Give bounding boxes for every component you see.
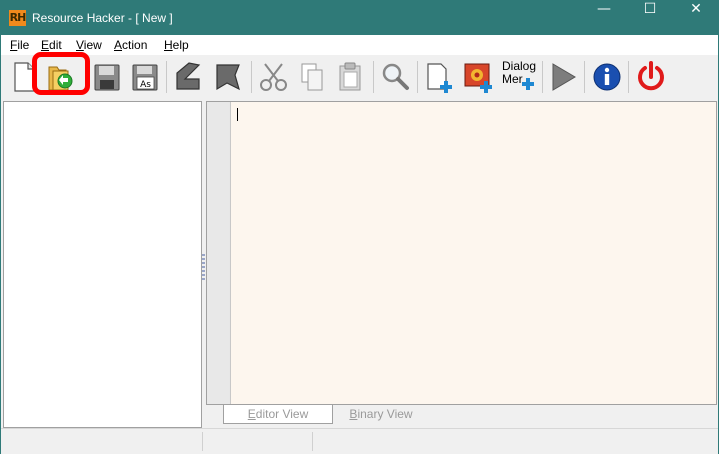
- info-icon: [593, 63, 621, 91]
- paste-button[interactable]: [333, 59, 367, 95]
- add-image-button[interactable]: [462, 59, 496, 95]
- editor-gutter: [207, 102, 229, 404]
- menu-file[interactable]: File: [10, 38, 29, 52]
- text-caret: [237, 108, 238, 121]
- tab-binary-view[interactable]: Binary View: [336, 405, 426, 424]
- copy-button[interactable]: [295, 59, 329, 95]
- compile-icon: [176, 62, 201, 90]
- app-logo-icon: RH: [9, 10, 26, 26]
- save-button[interactable]: [90, 59, 124, 95]
- add-resource-icon: [427, 63, 452, 93]
- power-icon: [638, 61, 664, 91]
- editor-panel: [206, 101, 717, 405]
- cut-button[interactable]: [257, 59, 291, 95]
- toolbar-separator: [166, 61, 167, 93]
- toolbar-separator: [251, 61, 252, 93]
- dialog-menu-button[interactable]: Dialog Mer: [502, 59, 538, 95]
- save-as-button[interactable]: As: [128, 59, 162, 95]
- status-bar: [1, 428, 718, 454]
- menu-bar: File Edit View Action Help: [1, 35, 718, 55]
- app-window: RH Resource Hacker - [ New ] — ☐ ✕ File …: [0, 0, 719, 454]
- menu-edit[interactable]: Edit: [41, 38, 62, 52]
- splitter-handle[interactable]: [202, 254, 205, 280]
- script-button[interactable]: [211, 59, 245, 95]
- info-button[interactable]: [590, 59, 624, 95]
- toolbar: As Dialog Mer: [1, 55, 718, 101]
- status-divider: [312, 432, 313, 451]
- resource-tree-panel[interactable]: [3, 101, 202, 428]
- compile-button[interactable]: [171, 59, 205, 95]
- toolbar-separator: [628, 61, 629, 93]
- paste-icon: [339, 62, 361, 91]
- toolbar-separator: [373, 61, 374, 93]
- add-resource-button[interactable]: [422, 59, 456, 95]
- menu-view[interactable]: View: [76, 38, 102, 52]
- add-image-icon: [464, 63, 492, 93]
- toolbar-separator: [584, 61, 585, 93]
- play-icon: [552, 63, 576, 91]
- close-button[interactable]: ✕: [673, 1, 719, 35]
- tab-editor-view[interactable]: Editor View: [223, 405, 333, 424]
- menu-help[interactable]: Help: [164, 38, 189, 52]
- cut-icon: [260, 63, 287, 91]
- open-button-highlight: [32, 52, 90, 95]
- editor-text-area[interactable]: [230, 102, 716, 404]
- status-divider: [202, 432, 203, 451]
- find-button[interactable]: [378, 59, 412, 95]
- find-icon: [382, 63, 409, 90]
- run-button[interactable]: [546, 59, 580, 95]
- menu-action[interactable]: Action: [114, 38, 147, 52]
- exit-button[interactable]: [634, 59, 668, 95]
- copy-icon: [301, 63, 323, 91]
- window-title: Resource Hacker - [ New ]: [32, 11, 173, 25]
- script-icon: [216, 64, 240, 91]
- title-bar[interactable]: RH Resource Hacker - [ New ] — ☐ ✕: [1, 1, 718, 35]
- toolbar-separator: [542, 61, 543, 93]
- minimize-button[interactable]: —: [581, 1, 627, 35]
- save-as-icon: As: [132, 64, 158, 91]
- toolbar-separator: [417, 61, 418, 93]
- save-icon: [94, 64, 120, 91]
- save-as-badge: As: [140, 80, 151, 90]
- plus-icon: [522, 78, 534, 90]
- maximize-button[interactable]: ☐: [627, 1, 673, 35]
